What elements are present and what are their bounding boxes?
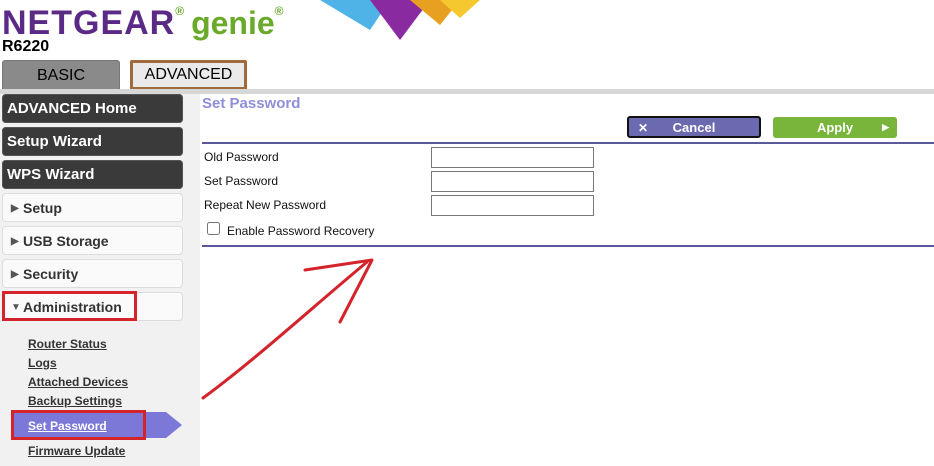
sidebar-item-advanced-home[interactable]: ADVANCED Home bbox=[2, 94, 183, 123]
tab-basic[interactable]: BASIC bbox=[2, 60, 120, 90]
decorative-banner-graphic bbox=[320, 0, 480, 40]
apply-button-label: Apply bbox=[816, 120, 854, 135]
cancel-button-label: Cancel bbox=[672, 120, 716, 135]
annotation-arrow bbox=[201, 258, 374, 400]
sidebar-item-security[interactable]: ▶ Security bbox=[2, 259, 183, 288]
password-recovery-checkbox[interactable] bbox=[207, 222, 220, 235]
brand-name: NETGEAR bbox=[2, 4, 176, 42]
sidebar-item-setup[interactable]: ▶ Setup bbox=[2, 193, 183, 222]
password-recovery-label: Enable Password Recovery bbox=[227, 224, 375, 238]
sidebar-link-router-status[interactable]: Router Status bbox=[28, 337, 107, 351]
administration-highlight-box bbox=[2, 291, 137, 321]
tab-advanced[interactable]: ADVANCED bbox=[130, 60, 247, 90]
set-password-highlight-box bbox=[11, 410, 146, 440]
bottom-divider bbox=[202, 245, 934, 247]
selected-item-pointer bbox=[166, 412, 182, 438]
repeat-password-field[interactable] bbox=[431, 195, 594, 216]
top-divider bbox=[202, 142, 934, 144]
repeat-password-label: Repeat New Password bbox=[204, 198, 327, 212]
sidebar-item-label: USB Storage bbox=[23, 233, 109, 249]
model-name: R6220 bbox=[2, 38, 50, 55]
apply-button[interactable]: Apply ▶ bbox=[773, 117, 897, 138]
set-password-label: Set Password bbox=[204, 174, 279, 188]
chevron-right-icon: ▶ bbox=[11, 269, 19, 280]
cancel-button[interactable]: ✕ Cancel bbox=[627, 116, 761, 138]
sidebar-item-setup-wizard[interactable]: Setup Wizard bbox=[2, 127, 183, 156]
sidebar-link-logs[interactable]: Logs bbox=[28, 356, 57, 370]
sidebar-link-attached-devices[interactable]: Attached Devices bbox=[28, 375, 128, 389]
old-password-label: Old Password bbox=[204, 150, 279, 164]
sidebar-item-label: Setup bbox=[23, 200, 62, 216]
set-password-field[interactable] bbox=[431, 171, 594, 192]
play-arrow-icon: ▶ bbox=[882, 122, 889, 132]
chevron-right-icon: ▶ bbox=[11, 236, 19, 247]
sidebar-link-backup-settings[interactable]: Backup Settings bbox=[28, 394, 122, 408]
trademark-symbol: ® bbox=[175, 4, 186, 18]
sidebar-link-firmware-update[interactable]: Firmware Update bbox=[28, 444, 125, 458]
chevron-right-icon: ▶ bbox=[11, 203, 19, 214]
page-title: Set Password bbox=[202, 95, 301, 112]
brand-suffix: genie bbox=[191, 5, 275, 41]
old-password-field[interactable] bbox=[431, 147, 594, 168]
sidebar-item-usb-storage[interactable]: ▶ USB Storage bbox=[2, 226, 183, 255]
sidebar-item-label: Security bbox=[23, 266, 79, 282]
trademark-symbol-2: ® bbox=[274, 4, 285, 18]
sidebar-item-wps-wizard[interactable]: WPS Wizard bbox=[2, 160, 183, 189]
